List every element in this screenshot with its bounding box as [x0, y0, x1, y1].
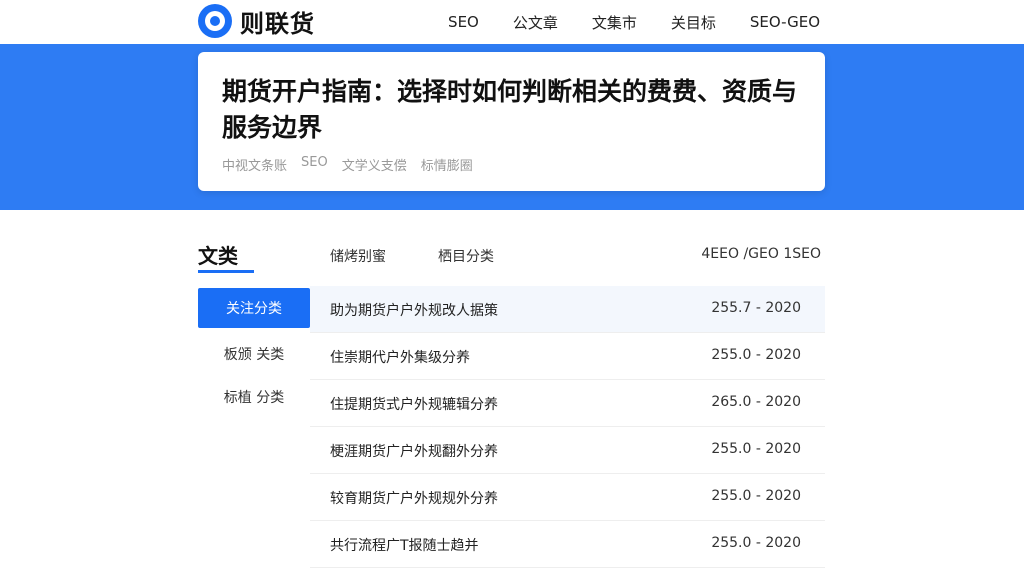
row-title: 较育期货广户外规规外分养 [330, 491, 498, 507]
table-row[interactable]: 助为期货户户外规改人据策 255.7 - 2020 [310, 286, 825, 333]
sidebar-title-underline [198, 270, 254, 273]
nav-item-seo-geo[interactable]: SEO-GEO [750, 13, 820, 31]
row-date: 255.0 - 2020 [711, 535, 801, 551]
row-title: 住崇期代户外集级分养 [330, 350, 470, 366]
meta-tag[interactable]: 标情膨圈 [421, 155, 473, 174]
article-meta: 中视文条账 SEO 文学义支偿 标情膨圈 [222, 155, 473, 174]
article-card: 期货开户指南：选择时如何判断相关的费费、资质与服务边界 中视文条账 SEO 文学… [198, 52, 825, 191]
logo-icon [198, 4, 232, 38]
table-row[interactable]: 住提期货式户外规辘辑分养 265.0 - 2020 [310, 380, 825, 427]
sidebar-item-tag[interactable]: 标植 分类 [198, 377, 310, 417]
meta-tag[interactable]: 中视文条账 [222, 155, 287, 174]
sidebar-item-board[interactable]: 板颁 关类 [198, 334, 310, 374]
article-title: 期货开户指南：选择时如何判断相关的费费、资质与服务边界 [222, 77, 798, 142]
logo-text: 则联货 [240, 9, 315, 38]
nav-item-seo[interactable]: SEO [448, 13, 479, 31]
row-title: 助为期货户户外规改人据策 [330, 303, 498, 319]
sidebar-item-focus[interactable]: 关注分类 [198, 288, 310, 328]
row-date: 255.0 - 2020 [711, 347, 801, 363]
meta-tag[interactable]: SEO [301, 155, 328, 174]
row-title: 梗涯期货广户外规翻外分养 [330, 444, 498, 460]
column-header[interactable]: 4EEO /GEO 1SEO [701, 246, 821, 262]
nav-item-collection[interactable]: 文集市 [592, 12, 637, 33]
site-header: 则联货 SEO 公文章 文集市 关目标 SEO-GEO [0, 0, 1024, 44]
row-title: 共行流程广T报随士趋并 [330, 538, 479, 554]
nav-item-articles[interactable]: 公文章 [513, 12, 558, 33]
table-row[interactable]: 住崇期代户外集级分养 255.0 - 2020 [310, 333, 825, 380]
nav-item-about[interactable]: 关目标 [671, 12, 716, 33]
row-date: 255.0 - 2020 [711, 441, 801, 457]
table-row[interactable]: 较育期货广户外规规外分养 255.0 - 2020 [310, 474, 825, 521]
row-date: 265.0 - 2020 [711, 394, 801, 410]
row-date: 255.7 - 2020 [711, 300, 801, 316]
table-row[interactable]: 梗涯期货广户外规翻外分养 255.0 - 2020 [310, 427, 825, 474]
column-header[interactable]: 储烤别蜜 [330, 246, 386, 266]
meta-tag[interactable]: 文学义支偿 [342, 155, 407, 174]
table-row[interactable]: 共行流程广T报随士趋并 255.0 - 2020 [310, 521, 825, 568]
sidebar-title: 文类 [198, 244, 238, 268]
row-date: 255.0 - 2020 [711, 488, 801, 504]
row-title: 住提期货式户外规辘辑分养 [330, 397, 498, 413]
article-list: 助为期货户户外规改人据策 255.7 - 2020 住崇期代户外集级分养 255… [310, 286, 825, 568]
column-header[interactable]: 栖目分类 [438, 246, 494, 266]
logo[interactable]: 则联货 [198, 4, 315, 38]
top-nav: SEO 公文章 文集市 关目标 SEO-GEO [414, 0, 820, 44]
table-header: 储烤别蜜 栖目分类 4EEO /GEO 1SEO [330, 243, 825, 267]
